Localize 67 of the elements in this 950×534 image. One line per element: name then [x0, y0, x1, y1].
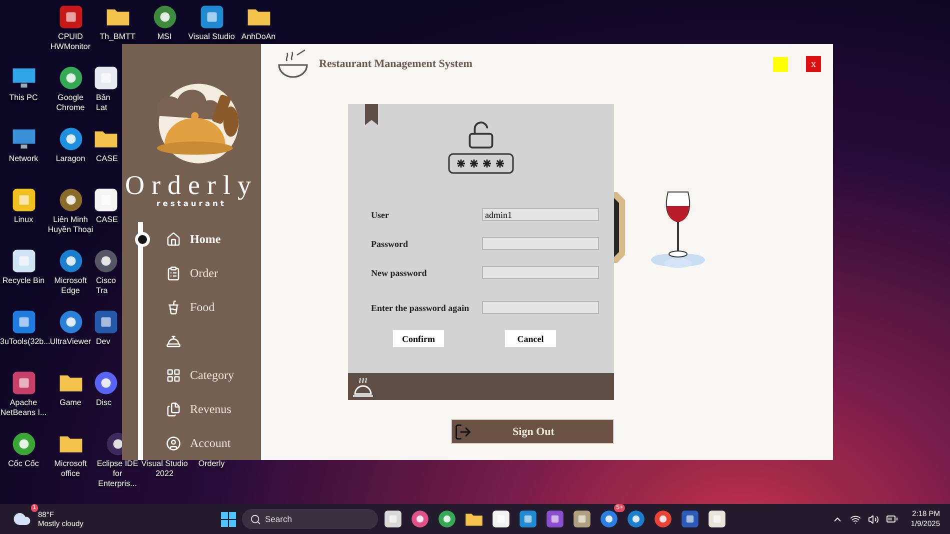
text-field[interactable] [482, 301, 599, 314]
dialog-button[interactable]: Cancel [505, 330, 556, 347]
bookmark-icon [365, 104, 378, 125]
nav-item[interactable]: Revenus [162, 400, 236, 418]
desktop-icon-label[interactable]: This PC [9, 93, 38, 103]
cloche-icon [351, 376, 375, 398]
desktop-icon-label[interactable]: Eclipse IDE for Enterpris... [94, 459, 141, 489]
desktop-icon-label[interactable]: Dev [94, 337, 110, 347]
text-field[interactable] [482, 266, 599, 279]
volume-icon[interactable] [868, 514, 879, 524]
padlock-icon [466, 120, 496, 150]
desktop-icon-label[interactable]: Visual Studio [188, 32, 235, 42]
brand-name: Orderly [125, 171, 258, 199]
clipboard-icon [166, 266, 181, 280]
nav-item[interactable]: Food [162, 298, 219, 316]
desktop-icon-label[interactable]: Th_BMTT [100, 32, 136, 42]
desktop-icon-label[interactable]: Bản Lat [94, 93, 122, 113]
field-label: New password [371, 268, 428, 278]
sign-out-button[interactable]: Sign Out [451, 419, 614, 444]
desktop-icon-label[interactable]: CASE [94, 215, 118, 225]
user-icon [166, 436, 181, 450]
desktop-icon-label[interactable]: Google Chrome [47, 93, 94, 113]
dialog-button[interactable]: Confirm [393, 330, 444, 347]
desktop-icon-label[interactable]: MSI [157, 32, 172, 42]
bell-icon [166, 334, 181, 348]
bowl-icon [277, 49, 309, 79]
wifi-icon[interactable] [850, 514, 861, 524]
desktop-icon-label[interactable]: Microsoft office [47, 459, 94, 479]
desktop-icon-label[interactable]: CASE [94, 154, 118, 164]
desktop-icon-label[interactable]: Network [8, 154, 38, 164]
field-label: Enter the password again [371, 302, 470, 312]
desktop-icon-label[interactable]: Recycle Bin [2, 276, 45, 286]
desktop-icon-label[interactable]: Orderly [198, 459, 225, 469]
text-field[interactable]: admin1 [482, 208, 599, 221]
desktop-icon-label[interactable]: 3uTools(32b... [0, 337, 47, 347]
nav-item[interactable]: Order [162, 264, 222, 282]
cup-icon [166, 300, 181, 314]
desktop-icon-label[interactable]: Apache NetBeans I... [0, 398, 47, 418]
home-icon [166, 232, 181, 246]
nav-item[interactable]: Category [162, 366, 238, 384]
exit-icon [454, 422, 472, 440]
password-stars-icon [448, 153, 514, 174]
desktop-icon-label[interactable]: Disc [94, 398, 112, 408]
desktop-icon-label[interactable]: Cốc Cốc [8, 459, 39, 469]
nav-item[interactable]: Home [162, 230, 225, 248]
desktop-icon-label[interactable]: Linux [14, 215, 34, 225]
desktop-icon-label[interactable]: Laragon [56, 154, 86, 164]
field-label: User [371, 210, 390, 220]
grid-icon [166, 368, 181, 382]
close-button[interactable]: x [806, 56, 821, 72]
desktop-icon-label[interactable]: AnhDoAn [241, 32, 276, 42]
app-title: Restaurant Management System [319, 58, 474, 70]
field-label: Password [371, 238, 410, 248]
cloud-icon [13, 510, 31, 528]
desktop-icon-label[interactable]: Microsoft Edge [47, 276, 94, 296]
search-icon [250, 514, 261, 524]
desktop-icon-label[interactable]: Liên Minh Huyền Thoại [47, 215, 94, 235]
text-field[interactable] [482, 237, 599, 250]
desktop-icon-label[interactable]: UltraViewer [50, 337, 92, 347]
nav-item[interactable]: Account [162, 434, 235, 452]
desktop-icon-label[interactable]: Game [60, 398, 82, 408]
desktop-icon-label[interactable]: CPUID HWMonitor [47, 32, 94, 52]
desktop-icon-label[interactable]: Cisco Tra [94, 276, 122, 296]
document-icon [166, 402, 181, 416]
battery-icon[interactable] [886, 513, 898, 525]
desktop-icon-label[interactable]: Visual Studio 2022 [141, 459, 188, 479]
search-field[interactable]: Search [242, 509, 378, 529]
